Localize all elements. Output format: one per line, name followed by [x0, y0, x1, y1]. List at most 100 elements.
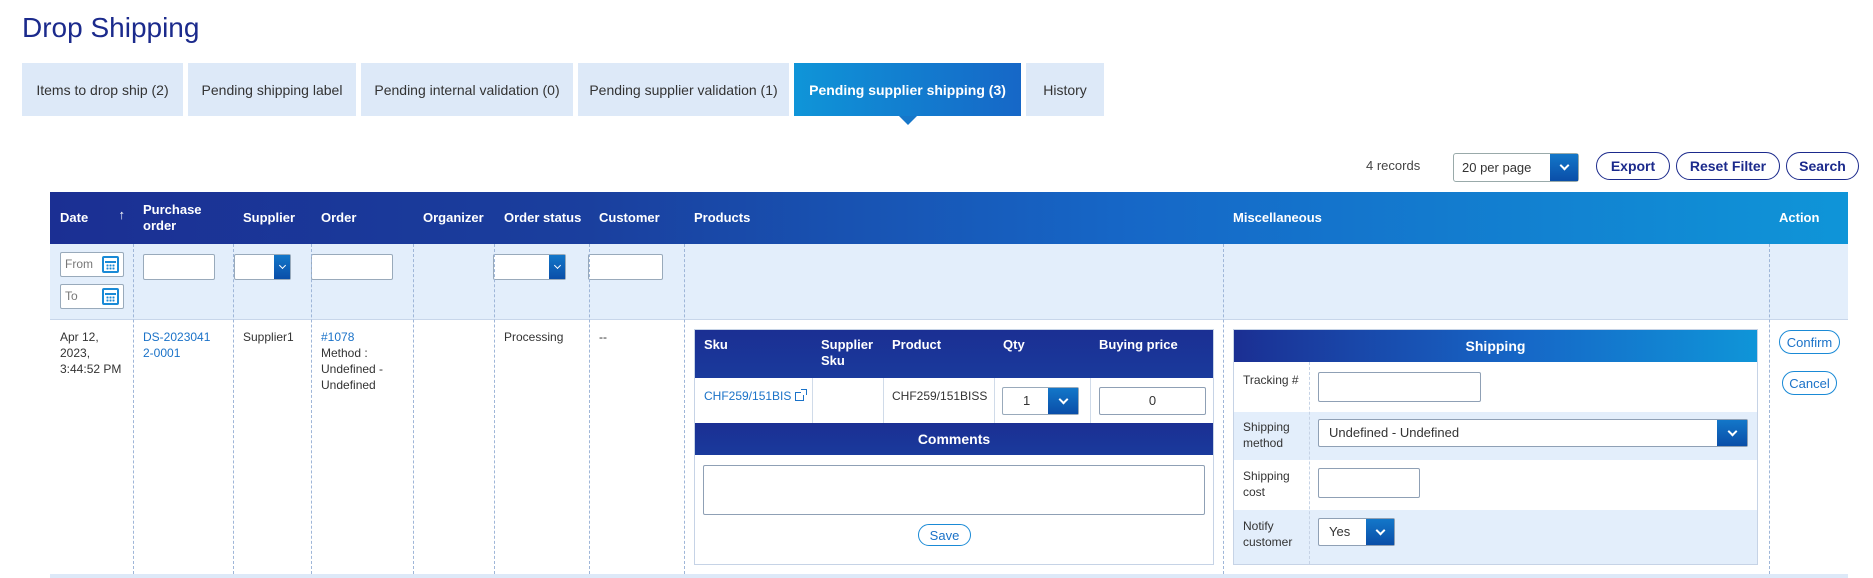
comments-header: Comments: [695, 423, 1213, 455]
row-order-method: Method : Undefined - Undefined: [321, 346, 384, 392]
tab-pending-internal-validation[interactable]: Pending internal validation (0): [361, 63, 573, 116]
subtable-divider: [1309, 362, 1310, 564]
grid-header: Date ↑ Purchase order Supplier Order Org…: [50, 192, 1848, 244]
per-page-select[interactable]: 20 per page: [1453, 153, 1579, 182]
column-customer[interactable]: Customer: [589, 192, 684, 244]
search-button[interactable]: Search: [1786, 152, 1859, 180]
external-link-icon[interactable]: [795, 389, 808, 401]
notify-customer-select[interactable]: Yes: [1318, 518, 1395, 546]
column-miscellaneous: Miscellaneous: [1233, 210, 1322, 225]
per-page-value: 20 per page: [1462, 160, 1532, 175]
products-header-qty: Qty: [1003, 337, 1025, 352]
qty-select[interactable]: 1: [1002, 387, 1079, 415]
subtable-divider: [994, 378, 995, 423]
customer-filter[interactable]: [588, 254, 663, 280]
column-order[interactable]: Order: [311, 192, 413, 244]
column-divider: [589, 244, 590, 574]
notify-customer-value: Yes: [1329, 524, 1351, 539]
row-order-status: Processing: [504, 330, 564, 344]
shipping-method-label: Shipping method: [1243, 420, 1290, 450]
subtable-divider: [812, 378, 813, 423]
shipping-cost-label: Shipping cost: [1243, 469, 1290, 499]
column-date-label: Date: [60, 210, 89, 225]
tab-history[interactable]: History: [1026, 63, 1104, 116]
date-to-placeholder: To: [65, 289, 78, 303]
row-customer: --: [599, 330, 607, 344]
records-count: 4 records: [1366, 158, 1421, 173]
drop-ship-grid: Date ↑ Purchase order Supplier Order Org…: [50, 192, 1848, 574]
date-to-filter[interactable]: To: [60, 284, 124, 309]
calendar-icon[interactable]: [102, 288, 119, 305]
supplier-filter[interactable]: [234, 254, 291, 280]
shipping-cost-row: Shipping cost: [1234, 460, 1757, 510]
column-divider: [1769, 244, 1770, 574]
tracking-input[interactable]: [1318, 372, 1481, 402]
products-header-supplier-sku: Supplier Sku: [821, 337, 874, 368]
products-header-buying-price: Buying price: [1099, 337, 1178, 352]
row-order-link[interactable]: #1078: [321, 329, 354, 345]
reset-filter-button[interactable]: Reset Filter: [1676, 152, 1780, 180]
products-subtable-header: Sku Supplier Sku Product Qty Buying pric…: [695, 330, 1213, 378]
shipping-method-value: Undefined - Undefined: [1329, 425, 1460, 440]
tab-pending-supplier-validation[interactable]: Pending supplier validation (1): [578, 63, 789, 116]
sort-up-icon: ↑: [118, 207, 126, 222]
product-sku-text: CHF259/151BIS: [704, 389, 792, 403]
column-divider: [1223, 244, 1224, 574]
column-purchase-order[interactable]: Purchase order: [133, 192, 233, 244]
subtable-divider: [1090, 378, 1091, 423]
page-title: Drop Shipping: [22, 12, 200, 43]
export-button[interactable]: Export: [1596, 152, 1670, 180]
column-divider: [494, 244, 495, 574]
order-filter[interactable]: [311, 254, 393, 280]
buying-price-input[interactable]: 0: [1099, 387, 1206, 415]
column-action: Action: [1779, 210, 1820, 225]
comments-textarea[interactable]: [703, 465, 1205, 515]
shipping-header: Shipping: [1234, 330, 1757, 362]
column-organizer[interactable]: Organizer: [413, 192, 494, 244]
products-header-product: Product: [892, 337, 942, 352]
notify-customer-label: Notify customer: [1243, 519, 1293, 549]
chevron-down-icon[interactable]: [274, 255, 290, 279]
chevron-down-icon[interactable]: [1717, 420, 1747, 446]
column-date[interactable]: Date ↑: [50, 192, 133, 244]
filter-row: From To: [50, 244, 1848, 320]
chevron-down-icon[interactable]: [1366, 519, 1394, 545]
chevron-down-icon[interactable]: [549, 255, 565, 279]
date-from-filter[interactable]: From: [60, 252, 124, 277]
column-products: Products: [694, 210, 751, 225]
shipping-method-row: Shipping method Undefined - Undefined: [1234, 412, 1757, 460]
save-comments-button[interactable]: Save: [918, 524, 971, 546]
column-order-status[interactable]: Order status: [494, 192, 589, 244]
product-name: CHF259/151BISS: [892, 389, 988, 403]
tab-pending-supplier-shipping[interactable]: Pending supplier shipping (3): [794, 63, 1021, 125]
column-divider: [684, 244, 685, 574]
column-divider: [311, 244, 312, 574]
product-sku-link[interactable]: CHF259/151BIS: [704, 388, 808, 404]
products-header-sku: Sku: [704, 337, 728, 352]
notify-customer-row: Notify customer Yes: [1234, 510, 1757, 564]
shipping-cost-input[interactable]: [1318, 468, 1420, 498]
column-divider: [133, 244, 134, 574]
order-status-filter[interactable]: [493, 254, 566, 280]
tab-pending-shipping-label[interactable]: Pending shipping label: [188, 63, 356, 116]
row-purchase-order-link[interactable]: DS-20230412-0001: [143, 329, 213, 361]
tracking-row: Tracking #: [1234, 362, 1757, 412]
subtable-divider: [883, 378, 884, 423]
column-divider: [233, 244, 234, 574]
shipping-method-select[interactable]: Undefined - Undefined: [1318, 419, 1748, 447]
chevron-down-icon[interactable]: [1048, 388, 1078, 414]
confirm-button[interactable]: Confirm: [1779, 330, 1840, 354]
column-divider: [413, 244, 414, 574]
chevron-down-icon[interactable]: [1550, 154, 1578, 181]
date-from-placeholder: From: [65, 257, 93, 271]
column-supplier[interactable]: Supplier: [233, 192, 311, 244]
purchase-order-filter[interactable]: [143, 254, 215, 280]
tab-items-to-drop-ship[interactable]: Items to drop ship (2): [22, 63, 183, 116]
qty-value: 1: [1023, 393, 1031, 408]
tracking-label: Tracking #: [1243, 373, 1299, 387]
grid-bottom-strip: [50, 574, 1848, 578]
cancel-button[interactable]: Cancel: [1782, 371, 1837, 395]
row-supplier: Supplier1: [243, 330, 294, 344]
calendar-icon[interactable]: [102, 256, 119, 273]
products-subtable: Sku Supplier Sku Product Qty Buying pric…: [694, 329, 1214, 565]
